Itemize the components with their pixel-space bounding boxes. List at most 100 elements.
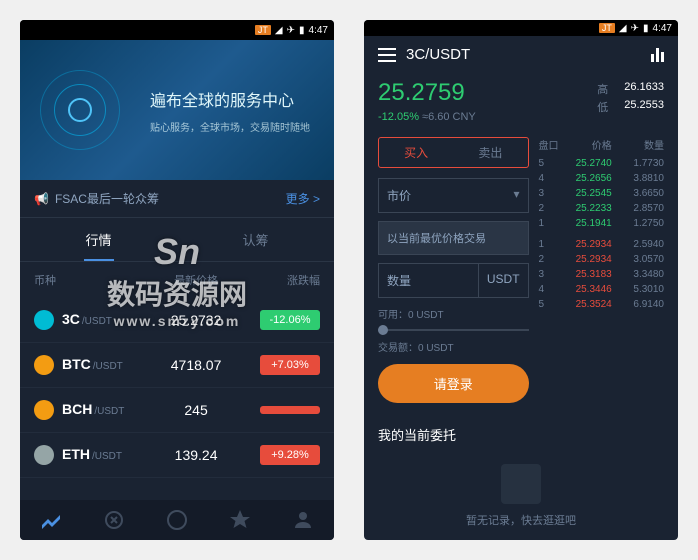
announce-text: FSAC最后一轮众筹 bbox=[55, 190, 159, 207]
empty-orders: 暂无记录，快去逛逛吧 bbox=[378, 464, 664, 528]
nav-markets[interactable] bbox=[20, 508, 83, 532]
change-badge: +9.28% bbox=[260, 445, 320, 465]
coin-price: 25.2732 bbox=[148, 312, 243, 328]
coin-price: 245 bbox=[148, 402, 243, 418]
more-link[interactable]: 更多 > bbox=[286, 190, 320, 207]
change-badge: +7.03% bbox=[260, 355, 320, 375]
price-hint: 以当前最优价格交易 bbox=[378, 221, 529, 255]
announcement-bar[interactable]: 📢 FSAC最后一轮众筹 更多 > bbox=[20, 180, 334, 218]
star-icon bbox=[228, 508, 252, 532]
buy-tab[interactable]: 买入 bbox=[379, 138, 453, 167]
bid-row[interactable]: 425.34465.3010 bbox=[539, 282, 664, 297]
status-bar: JT ◢ ✈ ▮ 4:47 bbox=[20, 20, 334, 40]
last-price: 25.2759 bbox=[378, 79, 476, 107]
order-form: 买入 卖出 市价 以当前最优价格交易 数量 USDT 可用：0 USDT 交易额… bbox=[378, 137, 529, 403]
tab-subscribe[interactable]: 认筹 bbox=[177, 218, 334, 261]
col-price: 最新价格 bbox=[148, 272, 243, 288]
pair-title[interactable]: 3C/USDT bbox=[406, 46, 641, 63]
coin-quote: /USDT bbox=[94, 406, 124, 417]
change-pct: -12.05% bbox=[378, 111, 419, 123]
ob-col-index: 盘口 bbox=[539, 137, 560, 152]
ask-row[interactable]: 525.27401.7730 bbox=[539, 156, 664, 171]
coin-quote: /USDT bbox=[93, 361, 123, 372]
bid-row[interactable]: 325.31833.3480 bbox=[539, 267, 664, 282]
hero-subtitle: 贴心服务，全球市场，交易随时随地 bbox=[150, 119, 310, 134]
status-bar: JT ◢ ✈ ▮ 4:47 bbox=[364, 20, 678, 36]
price-type-select[interactable]: 市价 bbox=[378, 178, 529, 213]
status-badge: JT bbox=[255, 25, 271, 35]
compass-icon bbox=[165, 508, 189, 532]
available-balance: 可用：0 USDT bbox=[378, 306, 529, 321]
market-screen: JT ◢ ✈ ▮ 4:47 遍布全球的服务中心 贴心服务，全球市场，交易随时随地… bbox=[20, 20, 334, 540]
coin-symbol: BTC bbox=[62, 356, 91, 372]
category-tabs: 行情 认筹 bbox=[20, 218, 334, 262]
box-icon bbox=[501, 464, 541, 504]
sell-tab[interactable]: 卖出 bbox=[453, 138, 527, 167]
col-coin: 币种 bbox=[34, 272, 148, 288]
bottom-nav bbox=[20, 500, 334, 540]
ask-row[interactable]: 125.19411.2750 bbox=[539, 216, 664, 231]
hero-title: 遍布全球的服务中心 bbox=[150, 87, 310, 111]
ask-row[interactable]: 325.25453.6650 bbox=[539, 186, 664, 201]
menu-icon[interactable] bbox=[378, 48, 396, 62]
status-badge: JT bbox=[599, 23, 615, 33]
coin-symbol: 3C bbox=[62, 311, 80, 327]
change-badge: -12.06% bbox=[260, 310, 320, 330]
chart-icon[interactable] bbox=[651, 48, 664, 62]
ask-row[interactable]: 225.22332.8570 bbox=[539, 201, 664, 216]
coin-icon bbox=[34, 355, 54, 375]
low-label: 低 bbox=[597, 99, 608, 115]
high-value: 26.1633 bbox=[624, 81, 664, 97]
coin-symbol: ETH bbox=[62, 446, 90, 462]
nav-profile[interactable] bbox=[271, 508, 334, 532]
bid-row[interactable]: 225.29343.0570 bbox=[539, 252, 664, 267]
coin-symbol: BCH bbox=[62, 401, 92, 417]
clock: 4:47 bbox=[653, 23, 672, 34]
bid-row[interactable]: 525.35246.9140 bbox=[539, 297, 664, 312]
hero-graphic-icon bbox=[40, 70, 120, 150]
low-value: 25.2553 bbox=[624, 99, 664, 115]
trade-amount: 交易额：0 USDT bbox=[378, 339, 529, 354]
tab-market[interactable]: 行情 bbox=[20, 218, 177, 261]
coin-price: 4718.07 bbox=[148, 357, 243, 373]
ask-row[interactable]: 425.26563.8810 bbox=[539, 171, 664, 186]
trade-screen: JT ◢ ✈ ▮ 4:47 3C/USDT 25.2759 -12.05% ≈6… bbox=[364, 20, 678, 540]
megaphone-icon: 📢 bbox=[34, 192, 49, 206]
user-icon bbox=[291, 508, 315, 532]
airplane-icon: ✈ bbox=[631, 23, 639, 34]
col-change: 涨跌幅 bbox=[244, 272, 320, 288]
battery-icon: ▮ bbox=[299, 25, 305, 36]
battery-icon: ▮ bbox=[643, 23, 649, 34]
nav-trade[interactable] bbox=[83, 508, 146, 532]
amount-slider[interactable] bbox=[378, 329, 529, 331]
exchange-icon bbox=[102, 508, 126, 532]
trade-header: 3C/USDT bbox=[364, 36, 678, 73]
qty-field[interactable]: 数量 bbox=[379, 264, 478, 297]
high-label: 高 bbox=[597, 81, 608, 97]
coin-quote: /USDT bbox=[92, 451, 122, 462]
wifi-icon: ◢ bbox=[275, 25, 283, 36]
my-orders: 我的当前委托 暂无记录，快去逛逛吧 bbox=[364, 413, 678, 540]
coin-row[interactable]: ETH/USDT139.24+9.28% bbox=[20, 433, 334, 478]
orders-title: 我的当前委托 bbox=[378, 425, 664, 444]
nav-discover[interactable] bbox=[146, 508, 209, 532]
order-book: 盘口 价格 数量 525.27401.7730425.26563.8810325… bbox=[539, 137, 664, 403]
change-badge bbox=[260, 406, 320, 414]
coin-list: 3C/USDT 25.2732 -12.06% BTC/USDT 4718.07 +7.0… bbox=[20, 298, 334, 500]
chart-icon bbox=[39, 508, 63, 532]
empty-text: 暂无记录，快去逛逛吧 bbox=[378, 512, 664, 528]
airplane-icon: ✈ bbox=[287, 25, 295, 36]
coin-row[interactable]: BCH/USDT 245 bbox=[20, 388, 334, 433]
coin-icon bbox=[34, 445, 54, 465]
coin-quote: /USDT bbox=[82, 316, 112, 327]
qty-unit: USDT bbox=[478, 264, 528, 297]
clock: 4:47 bbox=[309, 25, 328, 36]
coin-row[interactable]: 3C/USDT 25.2732 -12.06% bbox=[20, 298, 334, 343]
coin-row[interactable]: BTC/USDT 4718.07 +7.03% bbox=[20, 343, 334, 388]
price-summary: 25.2759 -12.05% ≈6.60 CNY 高26.1633 低25.2… bbox=[364, 73, 678, 137]
hero-banner[interactable]: 遍布全球的服务中心 贴心服务，全球市场，交易随时随地 bbox=[20, 40, 334, 180]
nav-fav[interactable] bbox=[208, 508, 271, 532]
quantity-input[interactable]: 数量 USDT bbox=[378, 263, 529, 298]
login-button[interactable]: 请登录 bbox=[378, 364, 529, 403]
bid-row[interactable]: 125.29342.5940 bbox=[539, 237, 664, 252]
